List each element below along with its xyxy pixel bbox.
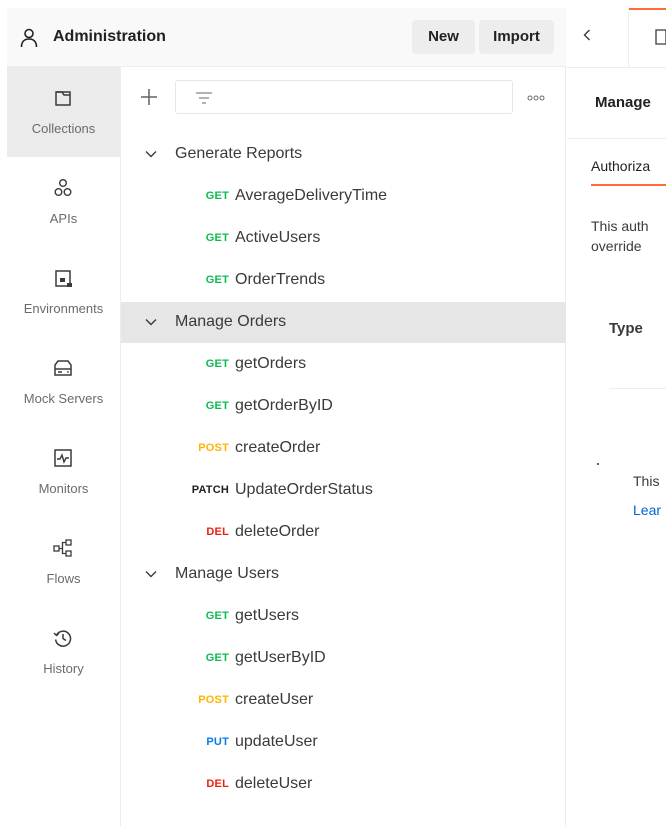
info-text: This bbox=[633, 473, 660, 489]
method-badge: PATCH bbox=[191, 484, 229, 496]
folder-name: Manage Users bbox=[175, 565, 280, 582]
workspace-title: Administration bbox=[53, 28, 166, 45]
sidebar-item-mock-servers[interactable]: Mock Servers bbox=[7, 337, 120, 427]
method-badge: GET bbox=[205, 610, 229, 622]
request-name: getOrders bbox=[235, 355, 307, 372]
sidebar-item-apis[interactable]: APIs bbox=[7, 157, 120, 247]
request-name: getUsers bbox=[235, 607, 300, 624]
folder-title: Manage bbox=[595, 94, 651, 111]
request-name: createOrder bbox=[235, 439, 321, 456]
request-item[interactable]: GET getOrderByID bbox=[121, 386, 566, 427]
collections-icon bbox=[55, 91, 71, 106]
method-badge: POST bbox=[198, 442, 229, 454]
request-item[interactable]: GET OrderTrends bbox=[121, 260, 566, 301]
sidebar-item-label: History bbox=[43, 661, 84, 676]
chevron-down-icon[interactable] bbox=[145, 150, 157, 158]
request-name: deleteOrder bbox=[235, 523, 320, 540]
sidebar-item-label: Mock Servers bbox=[23, 391, 104, 406]
filter-icon bbox=[196, 92, 212, 104]
request-item[interactable]: DEL deleteUser bbox=[121, 764, 566, 805]
method-badge: GET bbox=[205, 274, 229, 286]
method-badge: DEL bbox=[206, 526, 229, 538]
bullet-dot bbox=[597, 463, 599, 465]
sidebar-item-environments[interactable]: Environments bbox=[7, 247, 120, 337]
request-item[interactable]: GET ActiveUsers bbox=[121, 218, 566, 259]
request-name: deleteUser bbox=[235, 775, 313, 792]
request-item[interactable]: PATCH UpdateOrderStatus bbox=[121, 470, 566, 511]
request-item[interactable]: POST createUser bbox=[121, 680, 566, 721]
workspace-header: Administration New Import bbox=[7, 8, 566, 67]
sidebar-item-collections[interactable]: Collections bbox=[7, 67, 120, 157]
chevron-down-icon[interactable] bbox=[145, 318, 157, 326]
auth-description-line: This auth bbox=[591, 218, 649, 234]
request-name: createUser bbox=[235, 691, 314, 708]
divider bbox=[567, 67, 666, 68]
add-icon[interactable] bbox=[139, 87, 159, 107]
chevron-left-icon[interactable] bbox=[581, 28, 593, 42]
request-name: ActiveUsers bbox=[235, 229, 321, 246]
request-name: OrderTrends bbox=[235, 271, 326, 288]
type-label: Type bbox=[609, 320, 643, 337]
mock-servers-icon bbox=[54, 360, 72, 376]
collections-panel: Administration New Import Collections AP… bbox=[7, 8, 566, 826]
active-tab-indicator bbox=[629, 8, 666, 10]
method-badge: PUT bbox=[206, 736, 229, 748]
sidebar-item-label: Collections bbox=[31, 121, 96, 136]
method-badge: DEL bbox=[206, 778, 229, 790]
sidebar-item-monitors[interactable]: Monitors bbox=[7, 427, 120, 517]
flows-icon bbox=[53, 539, 72, 557]
method-badge: POST bbox=[198, 694, 229, 706]
filter-input[interactable] bbox=[175, 80, 513, 114]
chevron-down-icon[interactable] bbox=[145, 570, 157, 578]
folder-name: Generate Reports bbox=[175, 145, 303, 162]
tab-authorization[interactable]: Authoriza bbox=[591, 158, 650, 174]
user-icon bbox=[20, 28, 38, 48]
learn-more-link[interactable]: Lear bbox=[633, 502, 661, 518]
monitors-icon bbox=[54, 449, 72, 467]
folder-name: Manage Orders bbox=[175, 313, 287, 330]
sidebar-item-label: Flows bbox=[46, 571, 81, 586]
collection-tree: Generate Reports GET AverageDeliveryTime… bbox=[121, 67, 566, 826]
import-button[interactable]: Import bbox=[479, 20, 554, 54]
method-badge: GET bbox=[205, 232, 229, 244]
more-options-icon[interactable] bbox=[527, 95, 545, 101]
sidebar-item-label: Monitors bbox=[38, 481, 89, 496]
folder-tab-icon[interactable] bbox=[655, 28, 666, 46]
tab-divider bbox=[628, 8, 629, 67]
request-name: getUserByID bbox=[235, 649, 326, 666]
request-name: AverageDeliveryTime bbox=[235, 187, 388, 204]
sidebar: Collections APIs Environments Mock Serve… bbox=[7, 67, 121, 826]
request-item[interactable]: PUT updateUser bbox=[121, 722, 566, 763]
auth-description: This auth override bbox=[591, 216, 649, 256]
new-button[interactable]: New bbox=[412, 20, 475, 54]
request-item[interactable]: DEL deleteOrder bbox=[121, 512, 566, 553]
sidebar-item-label: Environments bbox=[23, 301, 104, 316]
method-badge: GET bbox=[205, 190, 229, 202]
divider bbox=[567, 138, 666, 139]
request-item[interactable]: GET getUsers bbox=[121, 596, 566, 637]
folder-manage-users[interactable]: Manage Users bbox=[121, 554, 566, 595]
request-name: updateUser bbox=[235, 733, 318, 750]
request-name: UpdateOrderStatus bbox=[235, 481, 373, 498]
divider bbox=[609, 388, 666, 389]
folder-manage-orders[interactable]: Manage Orders bbox=[121, 302, 566, 343]
request-name: getOrderByID bbox=[235, 397, 333, 414]
history-icon bbox=[53, 630, 72, 647]
folder-generate-reports[interactable]: Generate Reports bbox=[121, 134, 566, 175]
method-badge: GET bbox=[205, 358, 229, 370]
request-item[interactable]: POST createOrder bbox=[121, 428, 566, 469]
active-tab-underline bbox=[591, 184, 666, 186]
request-item[interactable]: GET AverageDeliveryTime bbox=[121, 176, 566, 217]
environments-icon bbox=[55, 270, 72, 287]
method-badge: GET bbox=[205, 652, 229, 664]
request-item[interactable]: GET getUserByID bbox=[121, 638, 566, 679]
method-badge: GET bbox=[205, 400, 229, 412]
folder-detail-panel: Manage Authoriza This auth override Type… bbox=[567, 8, 666, 826]
apis-icon bbox=[54, 179, 72, 196]
request-item[interactable]: GET getOrders bbox=[121, 344, 566, 385]
sidebar-item-flows[interactable]: Flows bbox=[7, 517, 120, 607]
sidebar-item-label: APIs bbox=[49, 211, 78, 226]
sidebar-item-history[interactable]: History bbox=[7, 607, 120, 697]
auth-description-line: override bbox=[591, 238, 642, 254]
